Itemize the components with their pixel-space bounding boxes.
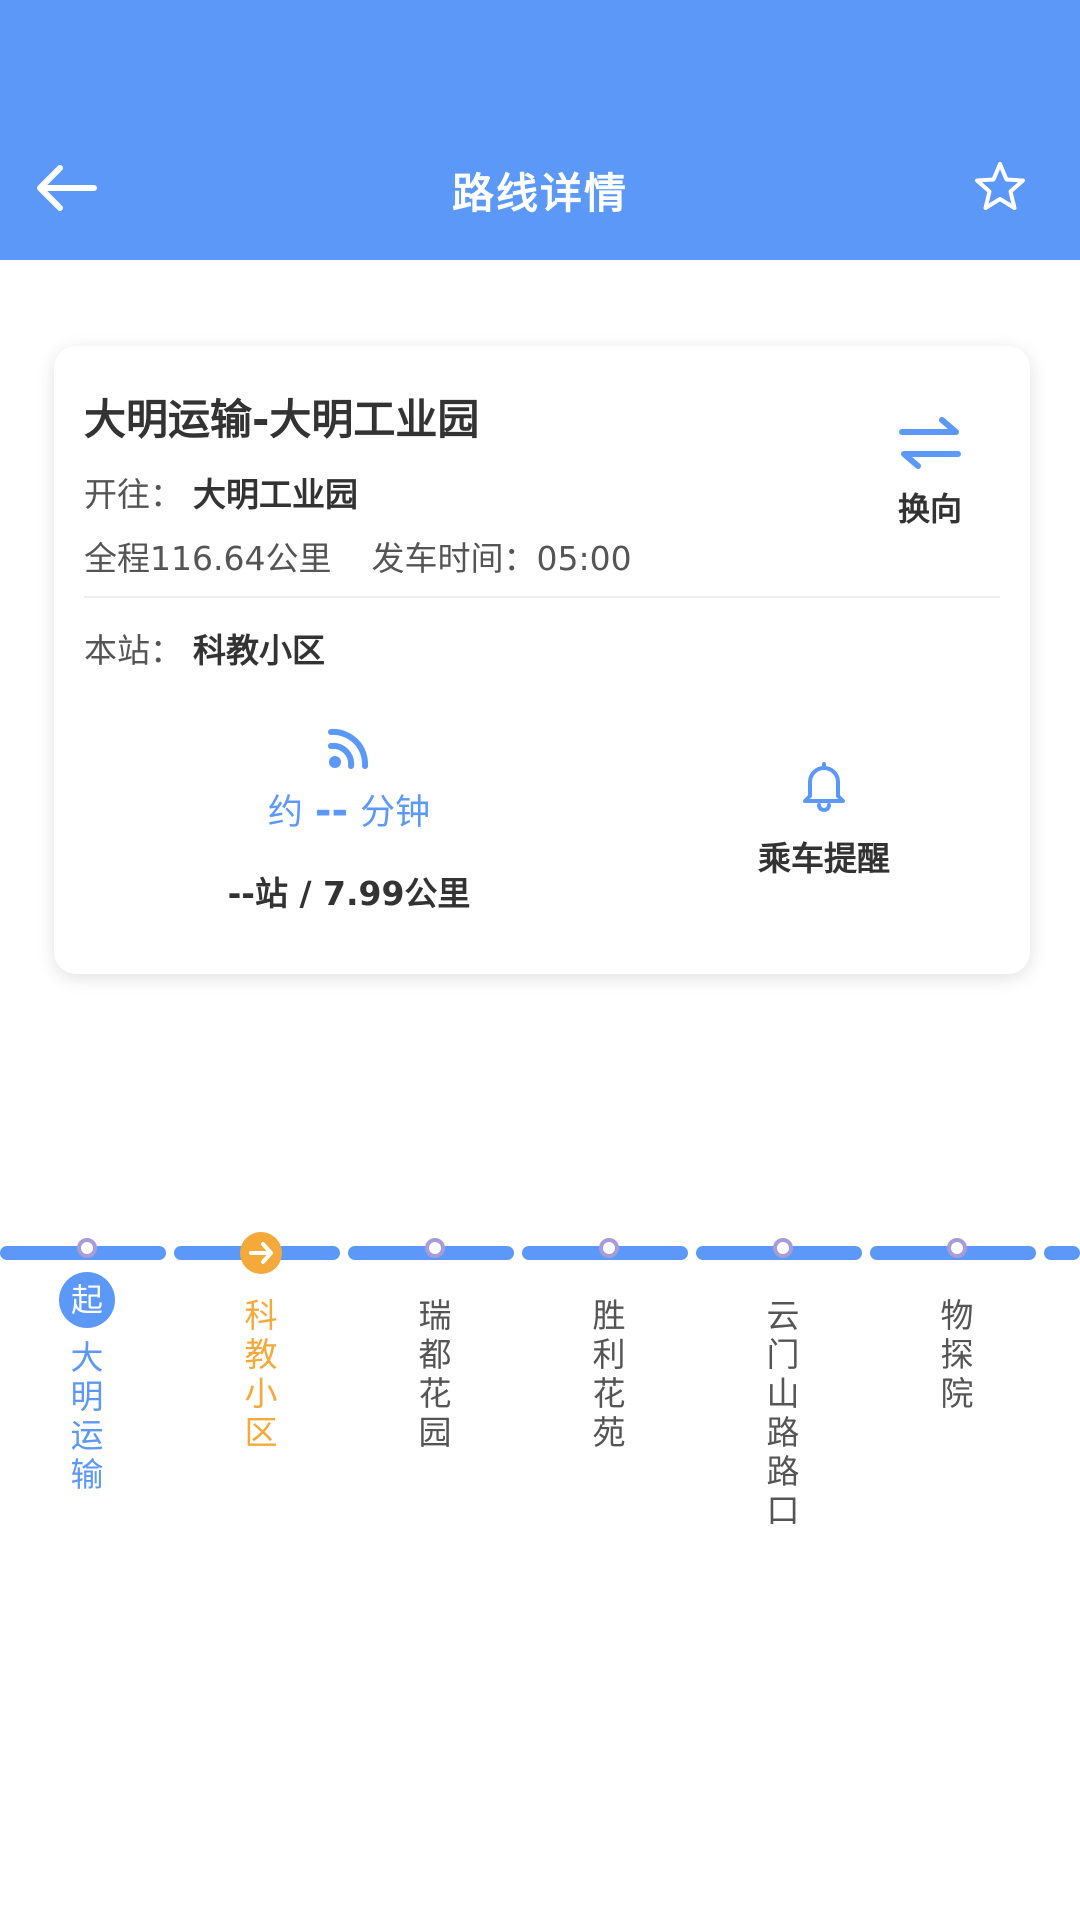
ride-reminder-label: 乘车提醒 <box>758 839 890 878</box>
current-station-line: 本站： 科教小区 <box>84 624 325 672</box>
eta-block: 约 -- 分钟 --站 / 7.99公里 <box>194 722 504 915</box>
eta-distance: --站 / 7.99公里 <box>227 874 471 913</box>
start-badge: 起 <box>59 1272 115 1328</box>
route-name: 大明运输-大明工业园 <box>84 395 480 444</box>
stop-dot <box>425 1238 445 1258</box>
current-stop-dot <box>240 1232 282 1274</box>
stop-name: 云门山路路口 <box>766 1296 800 1530</box>
destination-value: 大明工业园 <box>193 475 358 514</box>
stop-dot <box>77 1238 97 1258</box>
stop-item[interactable]: 物探院 <box>870 1218 1044 1413</box>
ride-reminder-button[interactable]: 乘车提醒 <box>704 756 944 880</box>
stop-name: 瑞都花园 <box>418 1296 452 1452</box>
arrow-right-icon <box>249 1242 273 1264</box>
signal-icon <box>328 728 369 769</box>
line-segment <box>1044 1246 1080 1260</box>
switch-direction-label: 换向 <box>897 490 962 528</box>
current-station-label: 本站： <box>84 631 183 670</box>
departure-time: 发车时间：05:00 <box>371 539 632 578</box>
favorite-button[interactable] <box>970 158 1030 218</box>
stop-item[interactable]: 胜利花苑 <box>522 1218 696 1452</box>
page-title: 路线详情 <box>451 169 628 218</box>
stop-dot <box>773 1238 793 1258</box>
destination-line: 开往： 大明工业园 <box>84 468 358 516</box>
eta-minutes: -- <box>314 788 349 834</box>
eta-time: 约 -- 分钟 <box>194 784 504 835</box>
star-outline-icon <box>975 162 1025 210</box>
divider <box>84 596 1000 598</box>
stop-name: 科教小区 <box>244 1296 278 1452</box>
route-info-card: 大明运输-大明工业园 开往： 大明工业园 全程116.64公里 发车时间：05:00… <box>54 346 1030 974</box>
swap-arrows-icon <box>899 417 961 469</box>
stop-name: 物探院 <box>940 1296 974 1413</box>
stop-dot <box>599 1238 619 1258</box>
stop-name: 大明运输 <box>70 1338 104 1494</box>
stop-name: 胜利花苑 <box>592 1296 626 1452</box>
route-info-line: 全程116.64公里 发车时间：05:00 <box>84 532 632 580</box>
stops-line: 起 大明运输 科教小区 瑞都花园 胜利花苑 云门山路路口 物探院 <box>0 1218 1080 1548</box>
bell-icon <box>803 762 845 812</box>
top-app-bar: 路线详情 <box>0 0 1080 260</box>
switch-direction-button[interactable]: 换向 <box>880 416 980 546</box>
stop-item[interactable]: 瑞都花园 <box>348 1218 522 1452</box>
eta-unit: 分钟 <box>360 793 431 833</box>
stop-item[interactable]: 云门山路路口 <box>696 1218 870 1530</box>
stop-dot <box>947 1238 967 1258</box>
eta-prefix: 约 <box>267 793 303 833</box>
stop-item[interactable]: 科教小区 <box>174 1218 348 1452</box>
destination-label: 开往： <box>84 475 183 514</box>
route-distance: 全程116.64公里 <box>84 539 332 578</box>
current-station-value: 科教小区 <box>193 631 325 670</box>
stop-item[interactable]: 起 大明运输 <box>0 1218 174 1494</box>
